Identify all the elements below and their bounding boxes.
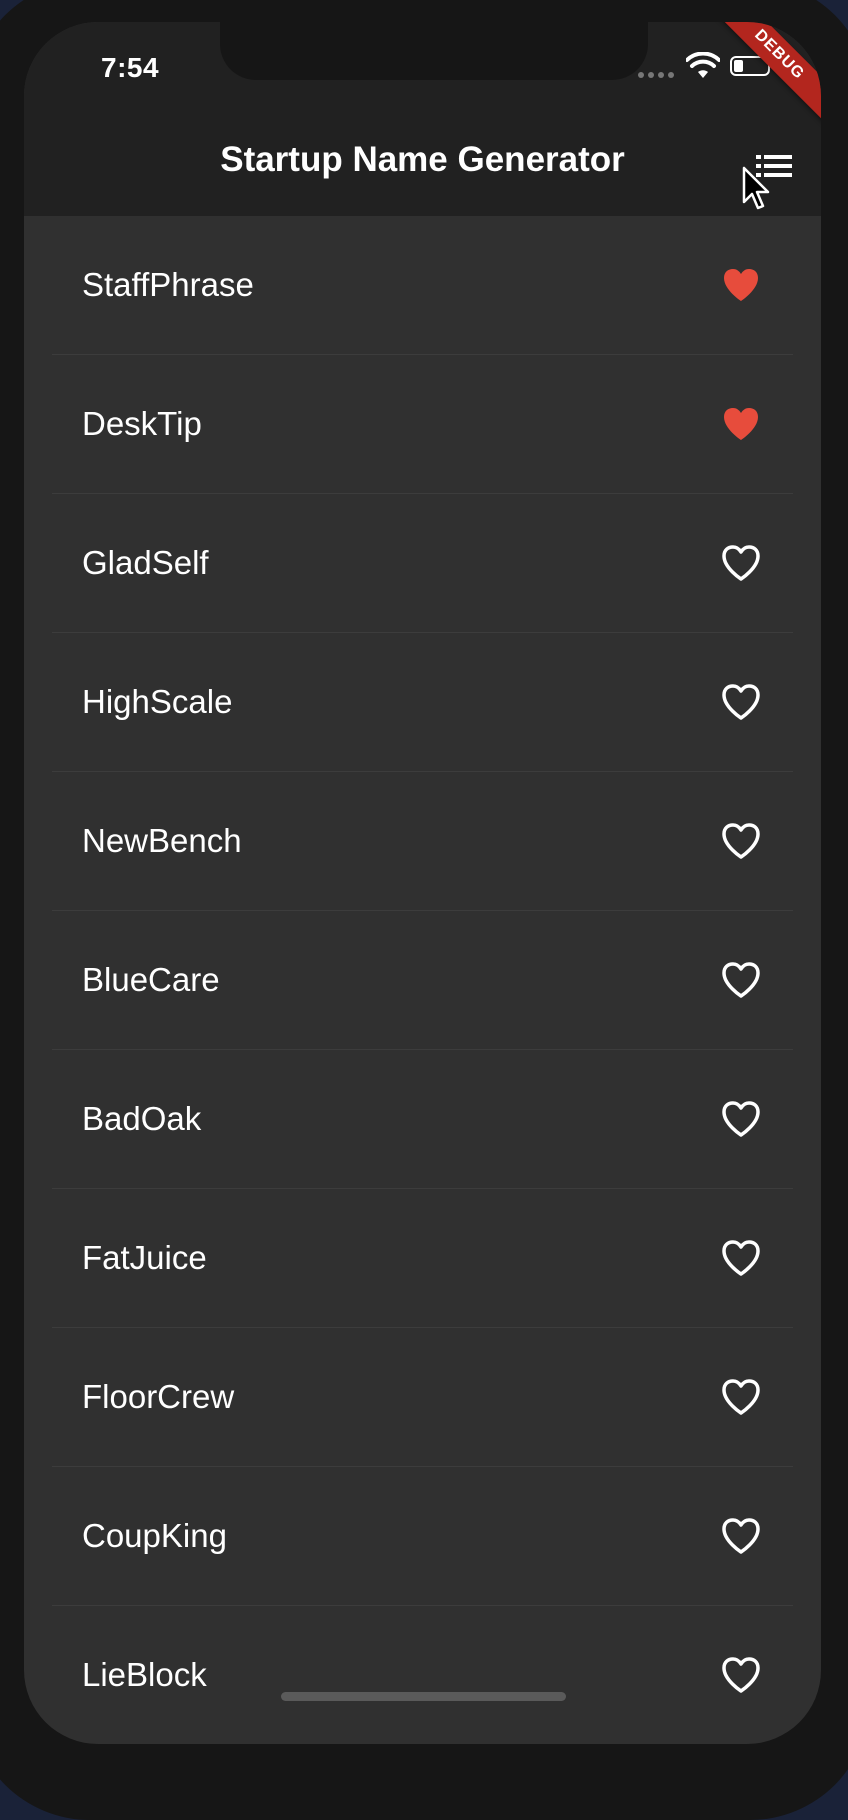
list-item[interactable]: StaffPhrase xyxy=(52,216,793,355)
suggestion-name: GladSelf xyxy=(82,544,209,581)
heart-filled-icon[interactable] xyxy=(721,405,761,443)
suggestion-name: FloorCrew xyxy=(82,1378,235,1415)
list-item[interactable]: DeskTip xyxy=(52,355,793,494)
suggestion-name: HighScale xyxy=(82,683,233,720)
suggestion-name: DeskTip xyxy=(82,405,202,442)
heart-outline-icon[interactable] xyxy=(721,1517,761,1555)
heart-outline-icon[interactable] xyxy=(721,1378,761,1416)
suggestion-name: LieBlock xyxy=(82,1656,207,1693)
heart-filled-icon[interactable] xyxy=(721,266,761,304)
list-item[interactable]: GladSelf xyxy=(52,494,793,633)
notch xyxy=(220,22,648,80)
list-item[interactable]: FloorCrew xyxy=(52,1328,793,1467)
mouse-cursor-icon xyxy=(742,166,770,210)
heart-outline-icon[interactable] xyxy=(721,822,761,860)
app-bar-title: Startup Name Generator xyxy=(220,140,625,179)
home-indicator xyxy=(281,1692,566,1701)
heart-outline-icon[interactable] xyxy=(721,1100,761,1138)
suggestion-name: CoupKing xyxy=(82,1517,227,1554)
suggestion-list: StaffPhrase DeskTip GladSelf HighScale NewBe… xyxy=(24,216,821,1744)
list-item[interactable]: FatJuice xyxy=(52,1189,793,1328)
suggestion-name: NewBench xyxy=(82,822,242,859)
list-item[interactable]: BlueCare xyxy=(52,911,793,1050)
suggestion-name: BadOak xyxy=(82,1100,202,1137)
heart-outline-icon[interactable] xyxy=(721,1656,761,1694)
phone-screen: 7:54 DEBUG Startup Name Generator StaffP… xyxy=(24,22,821,1744)
suggestion-name: FatJuice xyxy=(82,1239,207,1276)
wifi-icon xyxy=(686,52,720,78)
status-time: 7:54 xyxy=(101,52,160,83)
suggestion-name: StaffPhrase xyxy=(82,266,254,303)
heart-outline-icon[interactable] xyxy=(721,544,761,582)
list-item[interactable]: BadOak xyxy=(52,1050,793,1189)
list-item[interactable]: NewBench xyxy=(52,772,793,911)
suggestion-name: BlueCare xyxy=(82,961,220,998)
cellular-signal-icon xyxy=(638,72,674,78)
list-item[interactable]: LieBlock xyxy=(52,1606,793,1744)
list-item[interactable]: CoupKing xyxy=(52,1467,793,1606)
heart-outline-icon[interactable] xyxy=(721,1239,761,1277)
heart-outline-icon[interactable] xyxy=(721,961,761,999)
heart-outline-icon[interactable] xyxy=(721,683,761,721)
list-item[interactable]: HighScale xyxy=(52,633,793,772)
